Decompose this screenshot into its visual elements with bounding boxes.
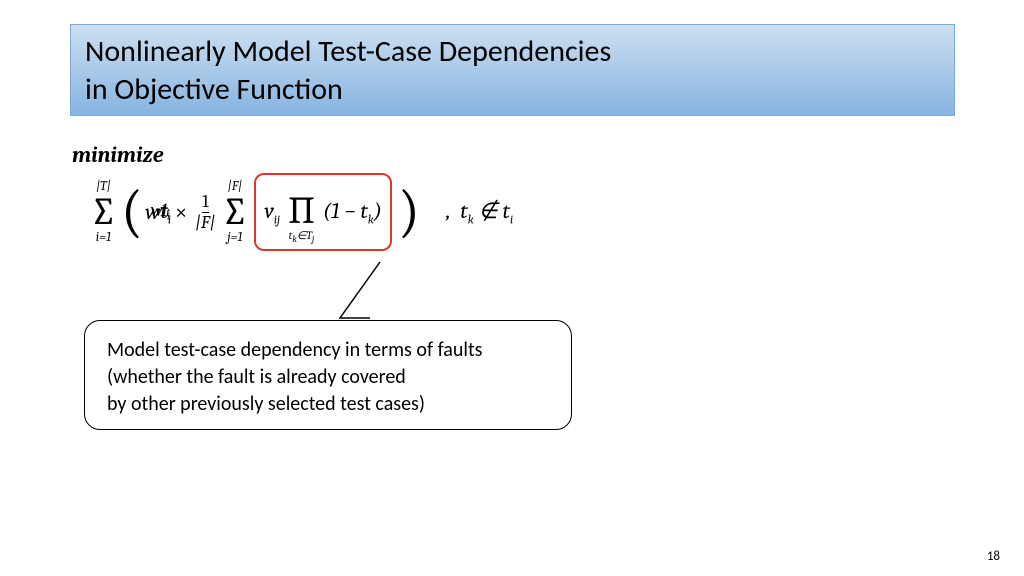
callout-line-2: (whether the fault is already covered (107, 364, 553, 391)
highlighted-term: vij ∏ tk∈Tj (1 − tk) (254, 173, 392, 251)
callout-line-1: Model test-case dependency in terms of f… (107, 337, 553, 364)
w-var: w (145, 199, 160, 225)
left-paren-icon: ( (119, 189, 145, 235)
minimize-label: minimize (72, 142, 163, 168)
title-line-1: Nonlinearly Model Test-Case Dependencies (85, 33, 940, 71)
v-ij: vij (264, 198, 280, 226)
title-line-2: in Objective Function (85, 71, 940, 109)
t-i-var: ti (160, 198, 171, 226)
times-icon: × (175, 199, 187, 225)
callout-line-3: by other previously selected test cases) (107, 391, 553, 418)
title-bar: Nonlinearly Model Test-Case Dependencies… (70, 24, 955, 116)
product: ∏ tk∈Tj (286, 179, 317, 245)
one-minus-tk: (1 − tk) (323, 198, 382, 226)
outer-sum: |T| ∑ i=1 (90, 180, 117, 244)
callout-box: Model test-case dependency in terms of f… (84, 320, 572, 430)
callout-pointer-icon (330, 260, 390, 320)
fraction-1-over-F: 1 |F| (195, 193, 215, 232)
objective-formula: |T| ∑ i=1 ( w ti × 1 |F| |F| ∑ j=1 vij ∏ (88, 172, 848, 252)
page-number: 18 (987, 549, 1000, 564)
right-paren-icon: ) (396, 189, 422, 235)
inner-sum: |F| ∑ j=1 (221, 180, 248, 244)
constraint: , tk ∉ ti (446, 198, 513, 226)
